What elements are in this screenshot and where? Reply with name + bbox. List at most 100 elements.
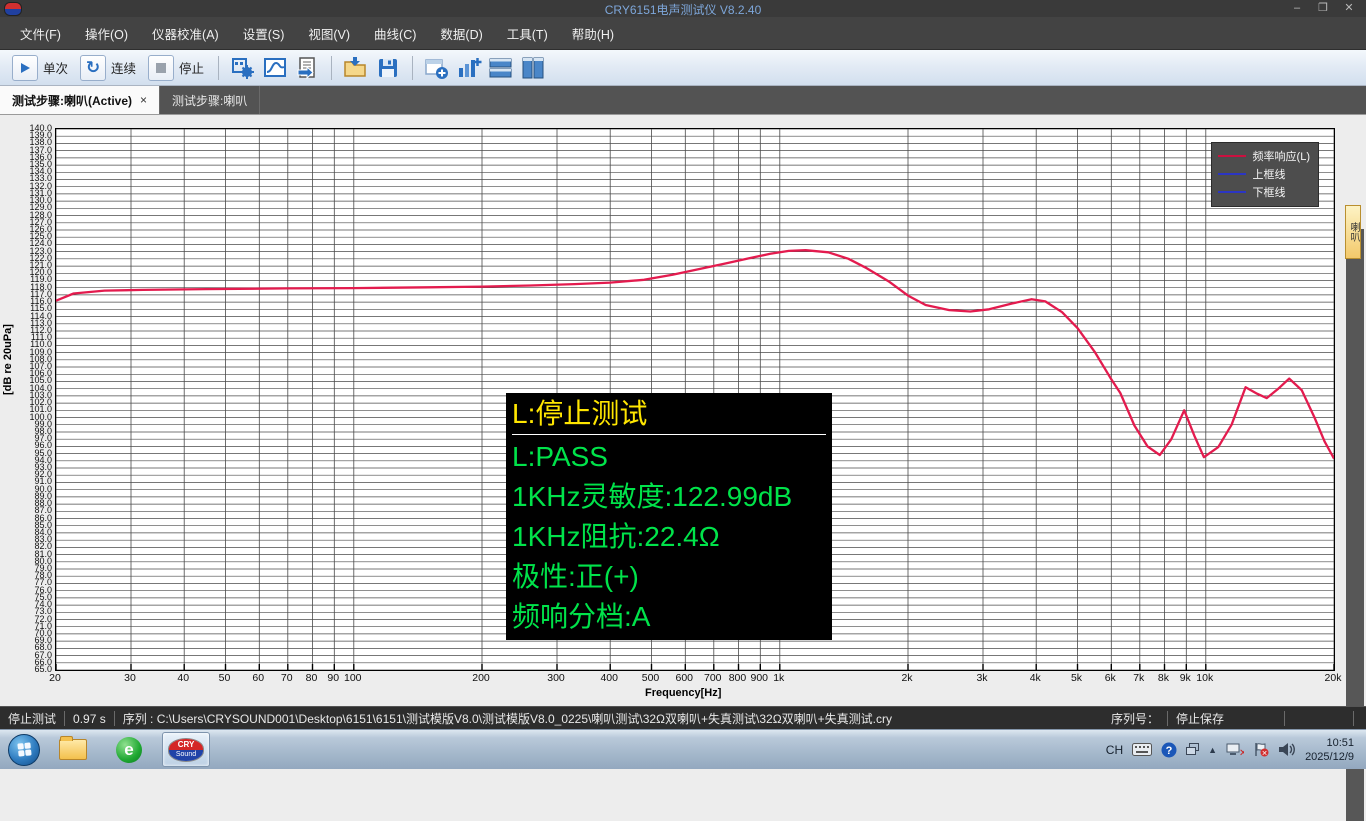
- overlay-divider: [512, 434, 826, 435]
- x-tick-label: 100: [343, 672, 362, 684]
- tab-1[interactable]: 测试步骤:喇叭(Active) ×: [0, 86, 161, 114]
- title-bar: CRY6151电声测试仪 V8.2.40 – ❐ ✕: [0, 0, 1366, 17]
- minimize-button[interactable]: –: [1284, 2, 1310, 15]
- language-indicator[interactable]: CH: [1106, 743, 1123, 757]
- menu-item-2[interactable]: 操作(O): [73, 19, 140, 48]
- report-export-button[interactable]: [293, 55, 321, 81]
- menu-item-9[interactable]: 帮助(H): [560, 19, 626, 48]
- y-axis-tick-labels: 140.0 139.0 138.0 137.0 136.0 135.0 134.0 133.0…: [0, 115, 52, 707]
- chart-plus-icon: [459, 57, 482, 77]
- tab-label: 测试步骤:喇叭: [172, 93, 248, 108]
- x-tick-label: 5k: [1070, 672, 1083, 684]
- test-settings-button[interactable]: [229, 55, 257, 81]
- keyboard-icon[interactable]: [1132, 743, 1153, 756]
- x-tick-label: 700: [704, 672, 722, 684]
- browser-icon: e: [116, 736, 142, 763]
- x-tick-label: 60: [252, 672, 265, 684]
- add-window-icon: [425, 58, 449, 79]
- toolbar: 单次 ↻ 连续 停止: [0, 50, 1366, 86]
- taskbar-crysound-button[interactable]: CRY Sound: [162, 732, 210, 767]
- add-chart-button[interactable]: [455, 55, 483, 81]
- collapsed-side-tab[interactable]: 喇叭: [1345, 205, 1361, 259]
- play-icon: [12, 54, 38, 81]
- help-icon[interactable]: ?: [1161, 742, 1177, 758]
- legend-label: 频率响应(L): [1252, 151, 1310, 163]
- stop-button[interactable]: 停止: [144, 53, 208, 83]
- overlay-line-3: 1KHz阻抗:22.4Ω: [512, 521, 720, 552]
- status-separator: [113, 711, 115, 726]
- network-status-icon[interactable]: ✕: [1226, 742, 1244, 757]
- frequency-response-plot[interactable]: 频率响应(L) 上框线 下框线 L:停止测试 L:PASS 1KHz灵敏度:122.9…: [55, 128, 1335, 671]
- x-tick-label: 30: [124, 672, 136, 684]
- clock-time: 10:51: [1326, 736, 1354, 749]
- layout-vertical-button[interactable]: [519, 55, 547, 81]
- explorer-folder-icon: [59, 736, 87, 760]
- x-tick-label: 50: [218, 672, 231, 684]
- legend-entry-1: 频率响应(L): [1217, 147, 1310, 165]
- layout-horizontal-button[interactable]: [487, 55, 515, 81]
- taskbar-browser-button[interactable]: e: [106, 733, 152, 766]
- menu-item-5[interactable]: 视图(V): [296, 19, 362, 48]
- y-axis-title: [dB re 20uPa]: [2, 324, 14, 395]
- x-tick-label: 20k: [1324, 672, 1342, 684]
- settings-grid-gear-icon: [232, 57, 255, 79]
- x-tick-label: 500: [641, 672, 660, 684]
- restore-button[interactable]: ❐: [1310, 2, 1336, 15]
- menu-item-7[interactable]: 数据(D): [428, 19, 494, 48]
- toolbar-separator: [331, 55, 333, 80]
- x-tick-label: 800: [728, 672, 747, 684]
- status-state: 停止测试: [8, 712, 57, 726]
- restore-windows-icon[interactable]: [1186, 743, 1200, 756]
- volume-icon[interactable]: [1278, 742, 1296, 757]
- legend-line-swatch: [1217, 155, 1246, 157]
- start-button[interactable]: [8, 733, 40, 766]
- overlay-line-5: 频响分档:A: [512, 601, 651, 632]
- menu-item-8[interactable]: 工具(T): [495, 19, 560, 48]
- loop-icon: ↻: [80, 54, 107, 81]
- menu-item-3[interactable]: 仪器校准(A): [140, 19, 231, 48]
- taskbar-clock[interactable]: 10:51 2025/12/9: [1305, 736, 1360, 764]
- curve-settings-button[interactable]: [261, 55, 289, 81]
- result-overlay: L:停止测试 L:PASS 1KHz灵敏度:122.99dB 1KHz阻抗:22.4…: [506, 393, 832, 640]
- tab-2[interactable]: 测试步骤:喇叭: [160, 86, 261, 114]
- menu-item-1[interactable]: 文件(F): [8, 19, 73, 48]
- open-folder-icon: [344, 56, 366, 77]
- y-tick-label: 65.0: [34, 664, 52, 674]
- action-center-flag-icon[interactable]: ✕: [1253, 742, 1269, 757]
- show-hidden-icons-arrow[interactable]: ▲: [1208, 745, 1217, 755]
- overlay-line-1: L:PASS: [512, 441, 608, 472]
- x-tick-label: 10k: [1196, 672, 1214, 684]
- x-tick-label: 70: [280, 672, 293, 684]
- add-pane-button[interactable]: [423, 55, 451, 81]
- status-separator: [64, 711, 66, 726]
- overlay-result-lines: L:PASS 1KHz灵敏度:122.99dB 1KHz阻抗:22.4Ω 极性:正(+…: [512, 437, 826, 637]
- windows-flag-icon: [16, 742, 32, 757]
- overlay-status-line: L:停止测试: [512, 398, 648, 429]
- status-sequence-path: 序列 : C:\Users\CRYSOUND001\Desktop\6151\6…: [122, 712, 893, 726]
- x-tick-label: 20: [49, 672, 61, 684]
- stop-icon: [148, 54, 175, 81]
- status-serial-label: 序列号：: [1110, 712, 1159, 726]
- svg-text:✕: ✕: [1239, 748, 1244, 757]
- menu-bar: 文件(F) 操作(O) 仪器校准(A) 设置(S) 视图(V) 曲线(C) 数据(D) 工具(…: [0, 17, 1366, 50]
- run-continuous-button[interactable]: ↻ 连续: [76, 53, 140, 83]
- overlay-line-4: 极性:正(+): [512, 561, 639, 592]
- split-horizontal-icon: [489, 58, 512, 77]
- menu-item-6[interactable]: 曲线(C): [362, 19, 428, 48]
- chart-panel: 140.0 139.0 138.0 137.0 136.0 135.0 134.0 133.0…: [0, 114, 1366, 821]
- save-file-button[interactable]: [374, 55, 402, 81]
- open-file-button[interactable]: [342, 55, 370, 81]
- save-floppy-icon: [379, 58, 398, 77]
- x-tick-label: 6k: [1104, 672, 1116, 684]
- run-single-button[interactable]: 单次: [8, 53, 72, 83]
- tab-close-icon[interactable]: ×: [140, 93, 147, 107]
- legend-line-swatch: [1217, 191, 1246, 193]
- x-tick-label: 900: [750, 672, 769, 684]
- taskbar-explorer-button[interactable]: [50, 733, 96, 766]
- x-tick-label: 3k: [976, 672, 988, 684]
- menu-item-4[interactable]: 设置(S): [231, 19, 297, 48]
- status-separator: [1166, 711, 1168, 726]
- system-tray: CH ? ▲ ✕ ✕ 10:51 2025/12/9: [1106, 736, 1366, 764]
- x-tick-label: 9k: [1179, 672, 1191, 684]
- close-button[interactable]: ✕: [1336, 2, 1362, 15]
